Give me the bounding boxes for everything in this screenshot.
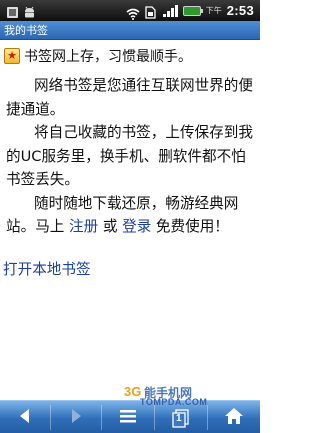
slogan-row: ★ 书签网上存，习惯最顺手。 (0, 40, 260, 66)
slogan-text: 书签网上存，习惯最顺手。 (24, 49, 192, 65)
forward-button[interactable] (51, 401, 101, 433)
signal-icon (162, 4, 178, 17)
watermark-english: TOMPDA.COM (140, 397, 208, 407)
open-local-bookmarks-link[interactable]: 打开本地书签 (3, 258, 91, 279)
android-icon (23, 4, 36, 18)
page-title: 我的书签 (0, 21, 260, 40)
back-button[interactable] (0, 401, 50, 433)
clock-time: 2:53 (226, 3, 254, 18)
menu-icon (118, 408, 138, 428)
window-count-icon: 1 (171, 408, 191, 428)
intro-paragraph-2: 将自己收藏的书签，上传保存到我的UC服务里，换手机、删软件都不怕书签丢失。 (6, 124, 253, 188)
register-link[interactable]: 注册 (69, 218, 98, 235)
status-bar: 下午 2:53 (0, 0, 260, 21)
watermark: 3G 能手机网 TOMPDA.COM (124, 384, 260, 407)
login-link[interactable]: 登录 (122, 218, 151, 235)
paragraph-3-suffix: 免费使用！ (151, 218, 229, 235)
bookmark-content: ★ 书签网上存，习惯最顺手。 网络书签是您通往互联网世界的便捷通道。 将自己收藏… (0, 40, 260, 239)
back-arrow-icon (16, 407, 34, 429)
clock-ampm: 下午 (205, 6, 222, 15)
bookmark-star-icon: ★ (4, 48, 20, 64)
sim-icon (145, 4, 158, 19)
intro-paragraph-1: 网络书签是您通往互联网世界的便捷通道。 (6, 77, 253, 118)
wifi-icon (126, 5, 140, 20)
forward-arrow-icon (67, 407, 85, 429)
battery-icon (182, 5, 203, 16)
window-count-label: 1 (176, 412, 182, 424)
intro-paragraph-3: 随时随地下载还原，畅游经典网站。马上 注册 或 登录 免费使用！ (0, 192, 260, 239)
notification-icon (6, 4, 19, 18)
home-icon (224, 407, 244, 429)
or-text: 或 (98, 218, 123, 235)
